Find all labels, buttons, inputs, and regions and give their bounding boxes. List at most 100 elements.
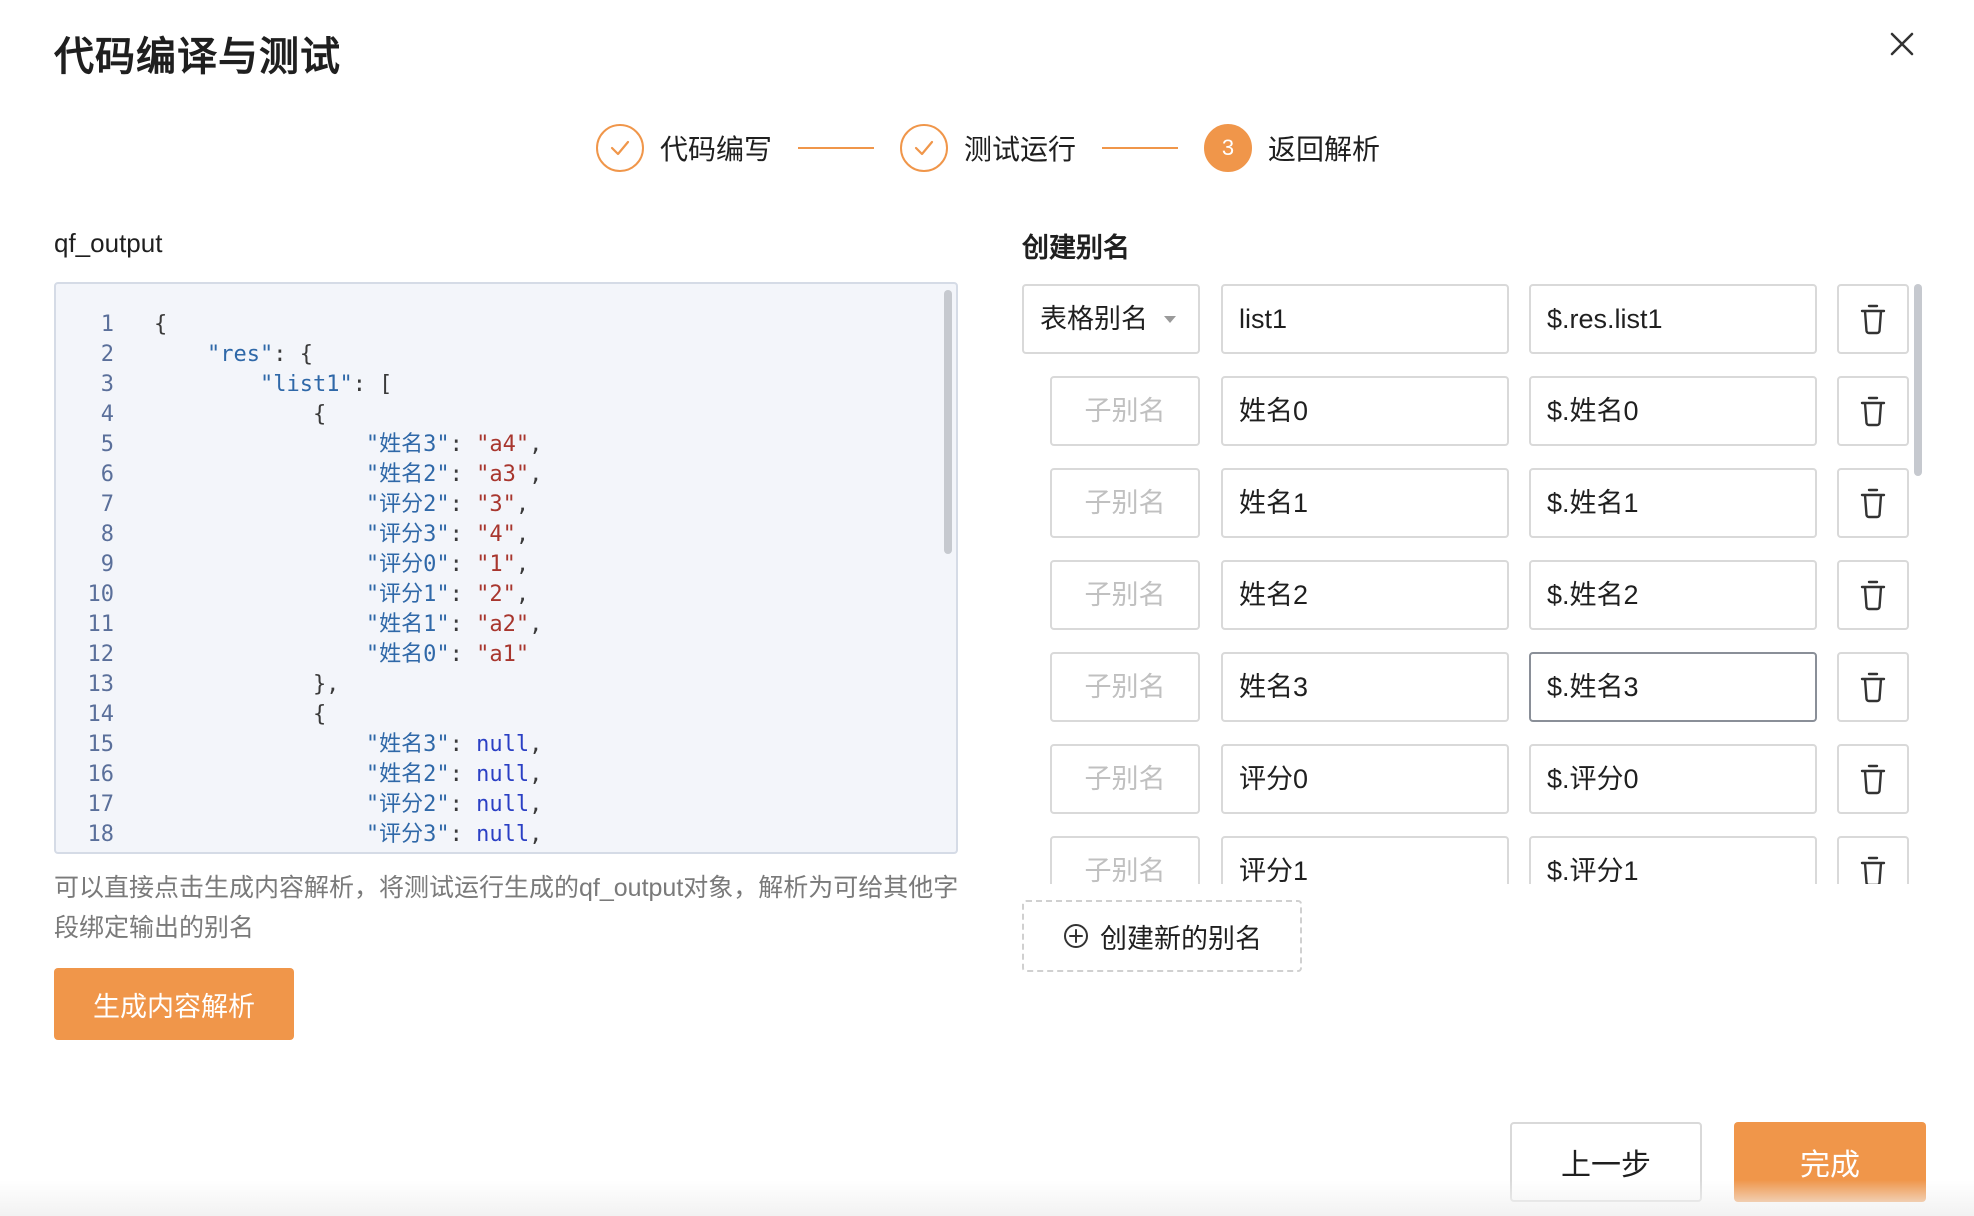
alias-name-input[interactable]: 姓名3 xyxy=(1221,652,1509,722)
alias-row: 子别名 姓名0 $.姓名0 xyxy=(1022,374,1912,448)
code-line: 6 "姓名2": "a3", xyxy=(56,460,936,490)
code-text: "姓名1": "a2", xyxy=(365,612,543,637)
line-number: 8 xyxy=(100,522,114,547)
step-number: 3 xyxy=(1204,124,1253,172)
alias-type-value: 表格别名 xyxy=(1040,304,1148,334)
code-line: 7 "评分2": "3", xyxy=(56,490,936,520)
code-text: "姓名2": "a3", xyxy=(365,462,543,487)
alias-path-input[interactable]: $.姓名1 xyxy=(1529,468,1817,538)
step-code-write: 代码编写 xyxy=(596,124,772,172)
step-connector xyxy=(1102,147,1179,149)
line-number: 7 xyxy=(100,492,114,517)
step-label: 返回解析 xyxy=(1268,134,1381,165)
code-line: 9 "评分0": "1", xyxy=(56,550,936,580)
step-test-run: 测试运行 xyxy=(900,124,1076,172)
alias-row: 子别名 评分1 $.评分1 xyxy=(1022,834,1912,884)
code-viewer[interactable]: 1{2 "res": {3 "list1": [4 {5 "姓名3": "a4"… xyxy=(54,282,958,854)
code-line: 4 { xyxy=(56,400,936,430)
alias-name-input[interactable]: list1 xyxy=(1221,284,1509,354)
code-text: "res": { xyxy=(206,342,313,367)
code-line: 18 "评分3": null, xyxy=(56,820,936,850)
sub-alias-field[interactable]: 子别名 xyxy=(1050,836,1200,884)
trash-icon xyxy=(1858,854,1888,884)
output-label: qf_output xyxy=(54,228,163,258)
code-text: "姓名3": null, xyxy=(365,732,543,757)
sub-alias-field[interactable]: 子别名 xyxy=(1050,744,1200,814)
alias-type-select[interactable]: 表格别名 xyxy=(1022,284,1200,354)
parse-hint: 可以直接点击生成内容解析，将测试运行生成的qf_output对象，解析为可给其他… xyxy=(54,874,959,942)
delete-alias-button[interactable] xyxy=(1837,468,1909,538)
close-icon[interactable] xyxy=(1880,22,1924,66)
code-text: "评分0": "1", xyxy=(365,552,530,577)
sub-alias-field[interactable]: 子别名 xyxy=(1050,652,1200,722)
delete-alias-button[interactable] xyxy=(1837,652,1909,722)
sub-alias-field[interactable]: 子别名 xyxy=(1050,376,1200,446)
line-number: 9 xyxy=(100,552,114,577)
line-number: 16 xyxy=(87,762,115,787)
sub-alias-field[interactable]: 子别名 xyxy=(1050,560,1200,630)
alias-row: 子别名 评分0 $.评分0 xyxy=(1022,742,1912,816)
code-line: 8 "评分3": "4", xyxy=(56,520,936,550)
line-number: 12 xyxy=(87,642,115,667)
line-number: 15 xyxy=(87,732,115,757)
code-text: { xyxy=(154,702,327,727)
alias-row: 表格别名 list1 $.res.list1 xyxy=(1022,282,1912,356)
alias-scrollbar[interactable] xyxy=(1914,284,1922,476)
code-text: "评分3": "4", xyxy=(365,522,530,547)
code-line: 5 "姓名3": "a4", xyxy=(56,430,936,460)
code-line: 15 "姓名3": null, xyxy=(56,730,936,760)
alias-path-input[interactable]: $.评分0 xyxy=(1529,744,1817,814)
alias-name-input[interactable]: 姓名1 xyxy=(1221,468,1509,538)
line-number: 13 xyxy=(87,672,115,697)
check-icon xyxy=(596,124,644,172)
steps-bar: 代码编写 测试运行 3 返回解析 xyxy=(596,122,1380,174)
generate-parse-button[interactable]: 生成内容解析 xyxy=(54,968,294,1040)
code-text: "姓名3": "a4", xyxy=(365,432,543,457)
alias-path-input[interactable]: $.姓名2 xyxy=(1529,560,1817,630)
line-number: 10 xyxy=(87,582,115,607)
alias-path-input[interactable]: $.res.list1 xyxy=(1529,284,1817,354)
code-scrollbar[interactable] xyxy=(944,290,952,554)
delete-alias-button[interactable] xyxy=(1837,284,1909,354)
line-number: 1 xyxy=(100,312,114,337)
code-line: 10 "评分1": "2", xyxy=(56,580,936,610)
alias-path-input[interactable]: $.姓名0 xyxy=(1529,376,1817,446)
code-lines: 1{2 "res": {3 "list1": [4 {5 "姓名3": "a4"… xyxy=(56,310,936,850)
code-text: "评分2": "3", xyxy=(365,492,530,517)
check-icon xyxy=(900,124,949,172)
alias-row: 子别名 姓名3 $.姓名3 xyxy=(1022,650,1912,724)
caret-down-icon xyxy=(1164,316,1176,323)
step-label: 测试运行 xyxy=(964,134,1077,165)
prev-step-button[interactable]: 上一步 xyxy=(1510,1122,1702,1202)
code-line: 17 "评分2": null, xyxy=(56,790,936,820)
trash-icon xyxy=(1858,670,1888,704)
dialog-title: 代码编译与测试 xyxy=(54,35,341,79)
code-text: "评分3": null, xyxy=(365,822,543,847)
add-alias-button[interactable]: 创建新的别名 xyxy=(1022,900,1302,972)
done-button[interactable]: 完成 xyxy=(1734,1122,1926,1202)
code-text: "姓名0": "a1" xyxy=(365,642,530,667)
delete-alias-button[interactable] xyxy=(1837,836,1909,884)
alias-path-input[interactable]: $.评分1 xyxy=(1529,836,1817,884)
code-text: "list1": [ xyxy=(259,372,393,397)
alias-name-input[interactable]: 姓名2 xyxy=(1221,560,1509,630)
line-number: 3 xyxy=(100,372,114,397)
sub-alias-field[interactable]: 子别名 xyxy=(1050,468,1200,538)
step-return-parse: 3 返回解析 xyxy=(1204,124,1380,172)
code-text: "姓名2": null, xyxy=(365,762,543,787)
code-line: 14 { xyxy=(56,700,936,730)
alias-name-input[interactable]: 评分0 xyxy=(1221,744,1509,814)
trash-icon xyxy=(1858,486,1888,520)
line-number: 4 xyxy=(100,402,114,427)
delete-alias-button[interactable] xyxy=(1837,376,1909,446)
code-text: }, xyxy=(154,672,340,697)
alias-name-input[interactable]: 姓名0 xyxy=(1221,376,1509,446)
delete-alias-button[interactable] xyxy=(1837,744,1909,814)
code-line: 16 "姓名2": null, xyxy=(56,760,936,790)
add-alias-label: 创建新的别名 xyxy=(1100,923,1262,954)
step-label: 代码编写 xyxy=(660,134,773,165)
alias-path-input[interactable]: $.姓名3 xyxy=(1529,652,1817,722)
alias-name-input[interactable]: 评分1 xyxy=(1221,836,1509,884)
line-number: 6 xyxy=(100,462,114,487)
delete-alias-button[interactable] xyxy=(1837,560,1909,630)
